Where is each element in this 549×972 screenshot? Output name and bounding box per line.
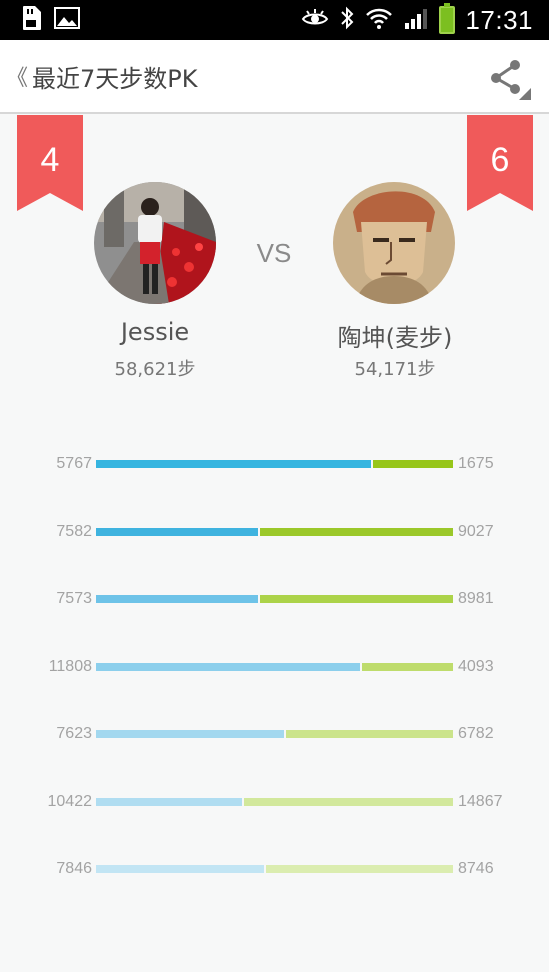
day-row: 10422 14867	[0, 792, 549, 812]
day-row: 7846 8746	[0, 859, 549, 879]
bluetooth-icon	[339, 5, 355, 36]
right-bar-segment	[362, 662, 453, 671]
vs-label: VS	[256, 238, 292, 268]
battery-icon	[439, 3, 456, 34]
day-row: 5767 1675	[0, 454, 549, 474]
left-day-steps: 7573	[56, 590, 92, 607]
left-day-steps: 7846	[56, 860, 92, 877]
player-name-left: Jessie	[120, 318, 190, 346]
left-day-steps: 11808	[48, 657, 92, 675]
wifi-icon	[365, 6, 393, 35]
right-bar-segment	[260, 527, 453, 536]
day-row: 7623 6782	[0, 724, 549, 744]
right-bar-segment	[260, 595, 453, 603]
rank-right: 6	[490, 141, 510, 179]
right-day-steps: 9027	[458, 522, 494, 540]
day-row: 11808 4093	[0, 657, 549, 677]
right-day-steps: 14867	[458, 792, 503, 810]
back-button[interactable]: 《	[6, 60, 28, 92]
rank-badge-right: 6	[467, 115, 533, 211]
rank-left: 4	[40, 141, 60, 179]
left-bar-segment	[96, 595, 258, 603]
right-day-steps: 4093	[458, 657, 494, 675]
app-header: 《 最近7天步数PK	[0, 40, 549, 114]
daily-comparison: 5767 1675 7582 9027 7573 8981 11808 4093 7623 678…	[0, 430, 549, 910]
right-day-steps: 8981	[458, 590, 494, 607]
comparison-bar	[96, 527, 453, 536]
right-day-steps: 8746	[458, 860, 494, 877]
right-bar-segment	[286, 730, 453, 738]
left-bar-segment	[96, 460, 371, 468]
share-icon	[491, 60, 531, 100]
eye-icon	[301, 7, 329, 34]
comparison-bar	[96, 662, 453, 671]
left-day-steps: 10422	[47, 792, 93, 810]
right-bar-segment	[266, 865, 453, 873]
clock: 17:31	[465, 4, 533, 35]
left-day-steps: 7582	[56, 522, 92, 540]
left-bar-segment	[96, 730, 284, 738]
comparison-bar	[96, 460, 453, 468]
left-bar-segment	[96, 527, 258, 536]
right-bar-segment	[373, 460, 453, 468]
player-steps-left: 58,621步	[114, 359, 196, 380]
page-title: 最近7天步数PK	[32, 64, 198, 93]
player-name-right: 陶坤(麦步)	[337, 324, 453, 352]
status-bar: 17:31	[0, 0, 549, 40]
share-button[interactable]	[487, 56, 531, 100]
sd-card-icon	[20, 5, 42, 36]
left-bar-segment	[96, 865, 264, 873]
day-row: 7573 8981	[0, 589, 549, 609]
left-bar-segment	[96, 797, 242, 806]
left-bar-segment	[96, 662, 360, 671]
left-day-steps: 7623	[56, 725, 92, 742]
comparison-bar	[96, 595, 453, 603]
comparison-bar	[96, 865, 453, 873]
rank-badge-left: 4	[17, 115, 83, 211]
comparison-bar	[96, 797, 453, 806]
avatar-left[interactable]	[94, 182, 216, 304]
right-day-steps: 6782	[458, 725, 494, 742]
left-day-steps: 5767	[56, 455, 92, 472]
comparison-bar	[96, 730, 453, 738]
right-day-steps: 1675	[458, 455, 494, 472]
player-steps-right: 54,171步	[354, 359, 436, 380]
right-bar-segment	[244, 797, 453, 806]
day-row: 7582 9027	[0, 522, 549, 542]
signal-icon	[403, 6, 429, 35]
avatar-right[interactable]	[333, 182, 455, 304]
image-icon	[54, 6, 80, 34]
